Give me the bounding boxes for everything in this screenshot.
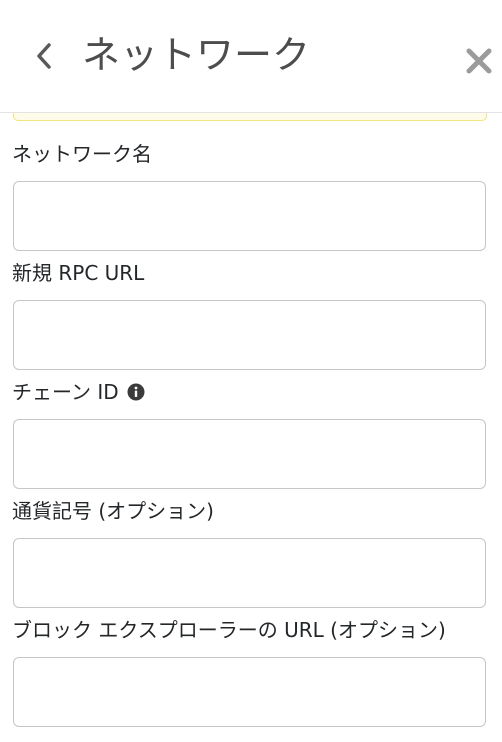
page-title: ネットワーク <box>82 33 311 77</box>
header: ネットワーク <box>0 0 502 113</box>
symbol-label-text: 通貨記号 (オプション) <box>12 499 214 523</box>
form-scroll-area[interactable]: ネットワーク名 新規 RPC URL チェーン ID 通貨記号 (オプション) … <box>0 112 502 742</box>
explorer-url-input[interactable] <box>13 657 486 727</box>
close-icon <box>462 44 496 78</box>
explorer-url-label: ブロック エクスプローラーの URL (オプション) <box>12 616 446 644</box>
network-name-label-text: ネットワーク名 <box>12 142 152 166</box>
symbol-label: 通貨記号 (オプション) <box>12 497 214 525</box>
back-button[interactable] <box>30 38 62 74</box>
rpc-url-label: 新規 RPC URL <box>12 259 144 287</box>
network-name-label: ネットワーク名 <box>12 140 152 168</box>
symbol-input[interactable] <box>13 538 486 608</box>
chevron-left-icon <box>30 38 62 74</box>
explorer-url-label-text: ブロック エクスプローラーの URL (オプション) <box>12 618 446 642</box>
close-button[interactable] <box>462 44 496 78</box>
rpc-url-input[interactable] <box>13 300 486 370</box>
chain-id-label-text: チェーン ID <box>12 380 119 404</box>
chain-id-input[interactable] <box>13 419 486 489</box>
info-icon[interactable] <box>127 383 145 401</box>
network-settings-page: ネットワーク ネットワーク名 新規 RPC URL チェーン ID 通貨記号 (… <box>0 0 502 742</box>
chain-id-label: チェーン ID <box>12 378 145 406</box>
warning-banner <box>13 112 487 121</box>
network-name-input[interactable] <box>13 181 486 251</box>
rpc-url-label-text: 新規 RPC URL <box>12 261 145 285</box>
